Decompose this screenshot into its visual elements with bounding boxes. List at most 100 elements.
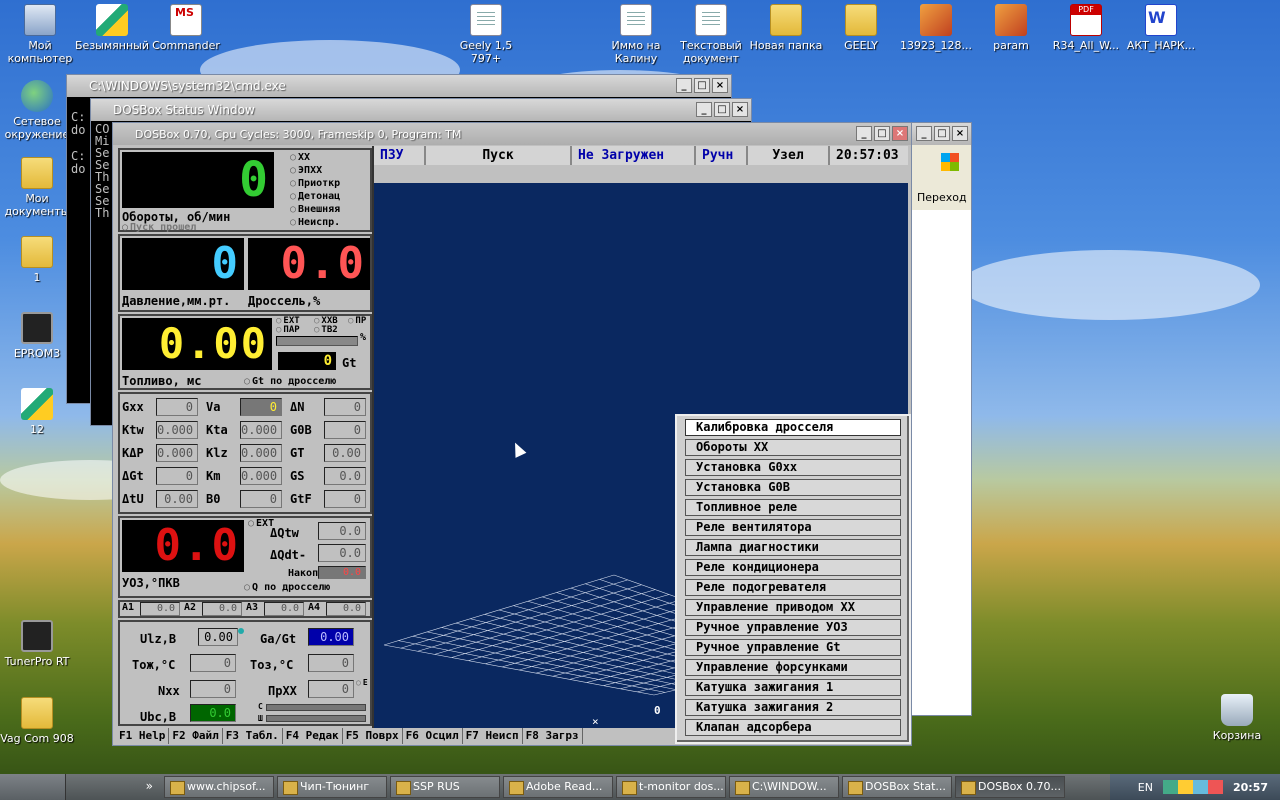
minimize-button[interactable]: _ <box>676 78 692 93</box>
minimize-button[interactable]: _ <box>696 102 712 117</box>
fuel-opt-pr[interactable]: ПР <box>348 316 366 326</box>
fkey-f2[interactable]: F2 Файл <box>169 728 223 744</box>
fkey-f7[interactable]: F7 Неисп <box>463 728 523 744</box>
back-window-title-bar[interactable]: _ □ × <box>907 123 971 145</box>
desktop-icon-r34-pdf[interactable]: R34_All_W... <box>1046 4 1126 52</box>
maximize-button[interactable]: □ <box>874 126 890 141</box>
desktop-icon-param[interactable]: param <box>971 4 1051 52</box>
taskbar-item-dosbox-status[interactable]: DOSBox Stat... <box>842 776 952 798</box>
fkey-f1[interactable]: F1 Help <box>116 728 170 744</box>
nxx-field[interactable]: 0 <box>190 680 236 698</box>
fkey-f5[interactable]: F5 Поврх <box>343 728 403 744</box>
taskbar-item-ssp-rus[interactable]: SSP RUS <box>390 776 500 798</box>
param-field[interactable]: 0.00 <box>156 490 198 508</box>
taskbar-item-dosbox[interactable]: DOSBox 0.70... <box>955 776 1065 798</box>
taskbar-item-adobe[interactable]: Adobe Read... <box>503 776 613 798</box>
mode-vnesh[interactable]: Внешняя <box>290 204 340 215</box>
desktop-icon-text-doc[interactable]: Текстовый документ <box>671 4 751 65</box>
prxx-field[interactable]: 0 <box>308 680 354 698</box>
desktop-icon-tunerpro[interactable]: TunerPro RT <box>0 620 77 668</box>
desktop-icon-my-computer[interactable]: Мой компьютер <box>0 4 80 65</box>
desktop-icon-geely-doc[interactable]: Geely 1,5 797+ <box>446 4 526 65</box>
cmd-title-bar[interactable]: C:\WINDOWS\system32\cmd.exe _ □ × <box>67 75 731 97</box>
taskbar-item-cmd[interactable]: C:\WINDOW... <box>729 776 839 798</box>
param-field[interactable]: 0.000 <box>156 421 198 439</box>
gagt-field[interactable]: 0.00 <box>308 628 354 646</box>
menu-item-g0xx[interactable]: Установка G0хх <box>685 459 901 476</box>
mode-epxx[interactable]: ЭПХХ <box>290 165 322 176</box>
desktop-icon-13923[interactable]: 13923_128... <box>896 4 976 52</box>
maximize-button[interactable]: □ <box>694 78 710 93</box>
menu-item-fan-relay[interactable]: Реле вентилятора <box>685 519 901 536</box>
desktop-icon-akt-word[interactable]: АКТ_НАРК... <box>1121 4 1201 52</box>
param-field[interactable]: 0 <box>324 398 366 416</box>
mode-priotkr[interactable]: Приоткр <box>290 178 340 189</box>
a-field[interactable]: 0.0 <box>202 602 242 616</box>
param-field[interactable]: 0.000 <box>240 444 282 462</box>
close-button[interactable]: × <box>712 78 728 93</box>
a-field[interactable]: 0.0 <box>264 602 304 616</box>
menu-item-manual-uoz[interactable]: Ручное управление УОЗ <box>685 619 901 636</box>
param-field[interactable]: 0.000 <box>240 467 282 485</box>
ubc-field[interactable]: 0.0 <box>190 704 236 722</box>
gt-by-throttle-option[interactable]: Gt по дросселю <box>244 376 336 387</box>
menu-item-canister-valve[interactable]: Клапан адсорбера <box>685 719 901 736</box>
menu-item-idle-rpm[interactable]: Обороты ХХ <box>685 439 901 456</box>
minimize-button[interactable]: _ <box>856 126 872 141</box>
fkey-f8[interactable]: F8 Загрз <box>523 728 583 744</box>
dosbox-title-bar[interactable]: DOSBox 0.70, Cpu Cycles: 3000, Frameskip… <box>113 123 911 145</box>
maximize-button[interactable]: □ <box>934 126 950 141</box>
param-field[interactable]: 0 <box>156 467 198 485</box>
menu-item-coil-1[interactable]: Катушка зажигания 1 <box>685 679 901 696</box>
menu-item-fuel-relay[interactable]: Топливное реле <box>685 499 901 516</box>
fuel-opt-tv2[interactable]: ТВ2 <box>314 325 337 335</box>
dqdt-field[interactable]: 0.0 <box>318 544 366 562</box>
dqtw-field[interactable]: 0.0 <box>318 522 366 540</box>
e-option[interactable]: E <box>356 678 368 687</box>
q-by-throttle-option[interactable]: Q по дросселю <box>244 582 330 593</box>
toz-field[interactable]: 0 <box>308 654 354 672</box>
param-field[interactable]: 0.00 <box>324 444 366 462</box>
menu-item-manual-gt[interactable]: Ручное управление Gt <box>685 639 901 656</box>
a-field[interactable]: 0.0 <box>140 602 180 616</box>
param-field[interactable]: 0 <box>324 421 366 439</box>
nakop-field[interactable]: 0.0 <box>318 566 366 579</box>
dos-screen[interactable]: ПЗУ Пуск Не Загружен Ручн Узел 20:57:03 … <box>116 146 911 744</box>
param-field[interactable]: 0 <box>240 398 282 416</box>
desktop-icon-geely[interactable]: GEELY <box>821 4 901 52</box>
desktop-icon-commander[interactable]: Commander <box>146 4 226 52</box>
desktop-icon-recycle-bin[interactable]: Корзина <box>1197 694 1277 742</box>
menu-item-ac-relay[interactable]: Реле кондиционера <box>685 559 901 576</box>
param-field[interactable]: 0.0 <box>324 467 366 485</box>
ulz-field[interactable]: 0.00 <box>198 628 238 646</box>
desktop-icon-vagcom[interactable]: Vag Com 908 <box>0 697 77 745</box>
tozh-field[interactable]: 0 <box>190 654 236 672</box>
menu-item-heater-relay[interactable]: Реле подогревателя <box>685 579 901 596</box>
menu-item-coil-2[interactable]: Катушка зажигания 2 <box>685 699 901 716</box>
menu-item-injectors[interactable]: Управление форсунками <box>685 659 901 676</box>
language-indicator[interactable]: EN <box>1138 781 1153 794</box>
quick-launch-more[interactable]: » <box>146 779 153 793</box>
menu-item-throttle-calib[interactable]: Калибровка дросселя <box>685 419 901 436</box>
back-window-text[interactable]: Переход <box>907 185 971 210</box>
fkey-f4[interactable]: F4 Редак <box>283 728 343 744</box>
param-field[interactable]: 0 <box>240 490 282 508</box>
mode-neispr[interactable]: Неиспр. <box>290 217 340 228</box>
back-explorer-window[interactable]: _ □ × Переход <box>906 122 972 716</box>
mode-deton[interactable]: Детонац <box>290 191 340 202</box>
a-field[interactable]: 0.0 <box>326 602 366 616</box>
fkey-f3[interactable]: F3 Табл. <box>223 728 283 744</box>
desktop-icon-untitled[interactable]: Безымянный <box>72 4 152 52</box>
param-field[interactable]: 0 <box>156 398 198 416</box>
close-button[interactable]: × <box>952 126 968 141</box>
desktop-icon-immo[interactable]: Иммо на Калину <box>596 4 676 65</box>
menu-item-g0b[interactable]: Установка G0B <box>685 479 901 496</box>
menu-item-idle-drive[interactable]: Управление приводом ХХ <box>685 599 901 616</box>
desktop-icon-new-folder[interactable]: Новая папка <box>746 4 826 52</box>
start-button[interactable] <box>0 774 66 800</box>
menu-item-diag-lamp[interactable]: Лампа диагностики <box>685 539 901 556</box>
maximize-button[interactable]: □ <box>714 102 730 117</box>
param-field[interactable]: 0 <box>324 490 366 508</box>
minimize-button[interactable]: _ <box>916 126 932 141</box>
taskbar-item-tmonitor[interactable]: t-monitor dos... <box>616 776 726 798</box>
